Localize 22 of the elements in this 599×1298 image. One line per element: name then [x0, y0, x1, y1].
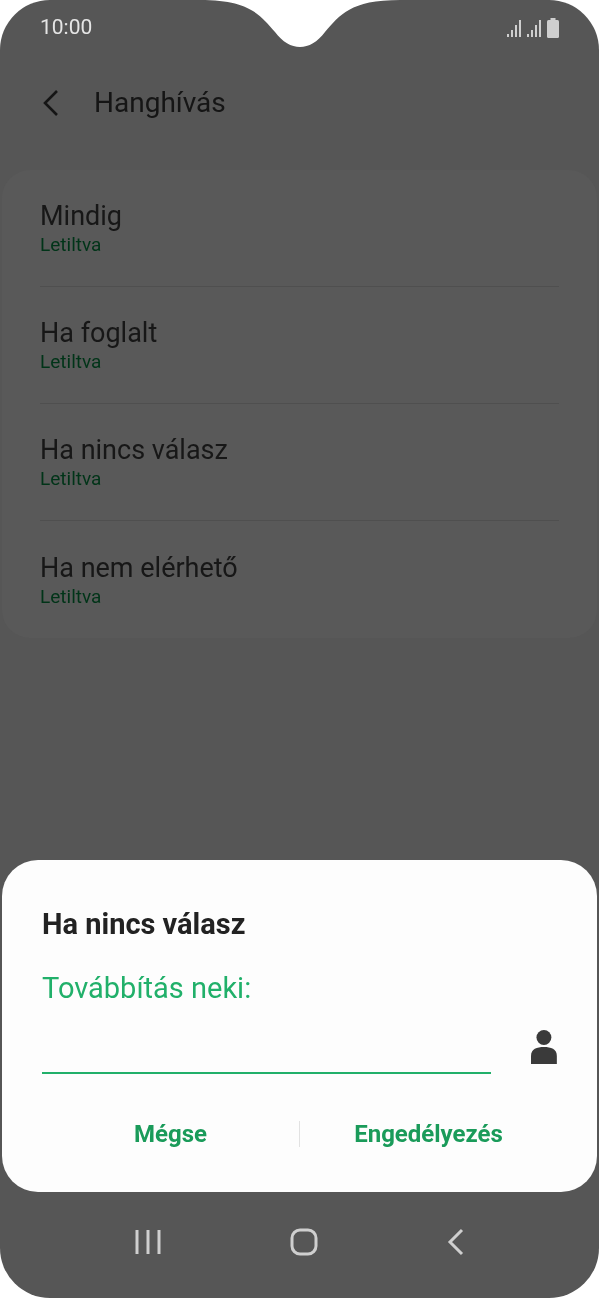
item-status: Letiltva [40, 350, 102, 374]
item-title[interactable]: Ha nincs válasz [40, 433, 228, 467]
field-label: Továbbítás neki: [42, 970, 252, 1006]
back-icon[interactable] [42, 89, 60, 117]
item-status: Letiltva [40, 584, 102, 609]
battery-icon [547, 18, 559, 38]
item-title[interactable]: Ha foglalt [40, 316, 158, 350]
page-title: Hanghívás [94, 85, 226, 121]
signal-icon [527, 19, 543, 37]
recent-apps-icon[interactable] [134, 1229, 161, 1255]
item-title[interactable]: Ha nem elérhető [40, 550, 238, 585]
item-title[interactable]: Mindig [40, 199, 122, 233]
back-icon[interactable] [446, 1228, 465, 1256]
enable-button[interactable]: Engedélyezés [350, 1116, 507, 1152]
status-time: 10:00 [40, 14, 93, 42]
signal-icon [507, 19, 523, 37]
dialog-title: Ha nincs válasz [42, 906, 246, 942]
cancel-button[interactable]: Mégse [130, 1116, 211, 1152]
item-status: Letiltva [40, 467, 102, 491]
item-status: Letiltva [40, 233, 102, 257]
home-icon[interactable] [289, 1228, 318, 1256]
person-icon[interactable] [531, 1030, 557, 1064]
